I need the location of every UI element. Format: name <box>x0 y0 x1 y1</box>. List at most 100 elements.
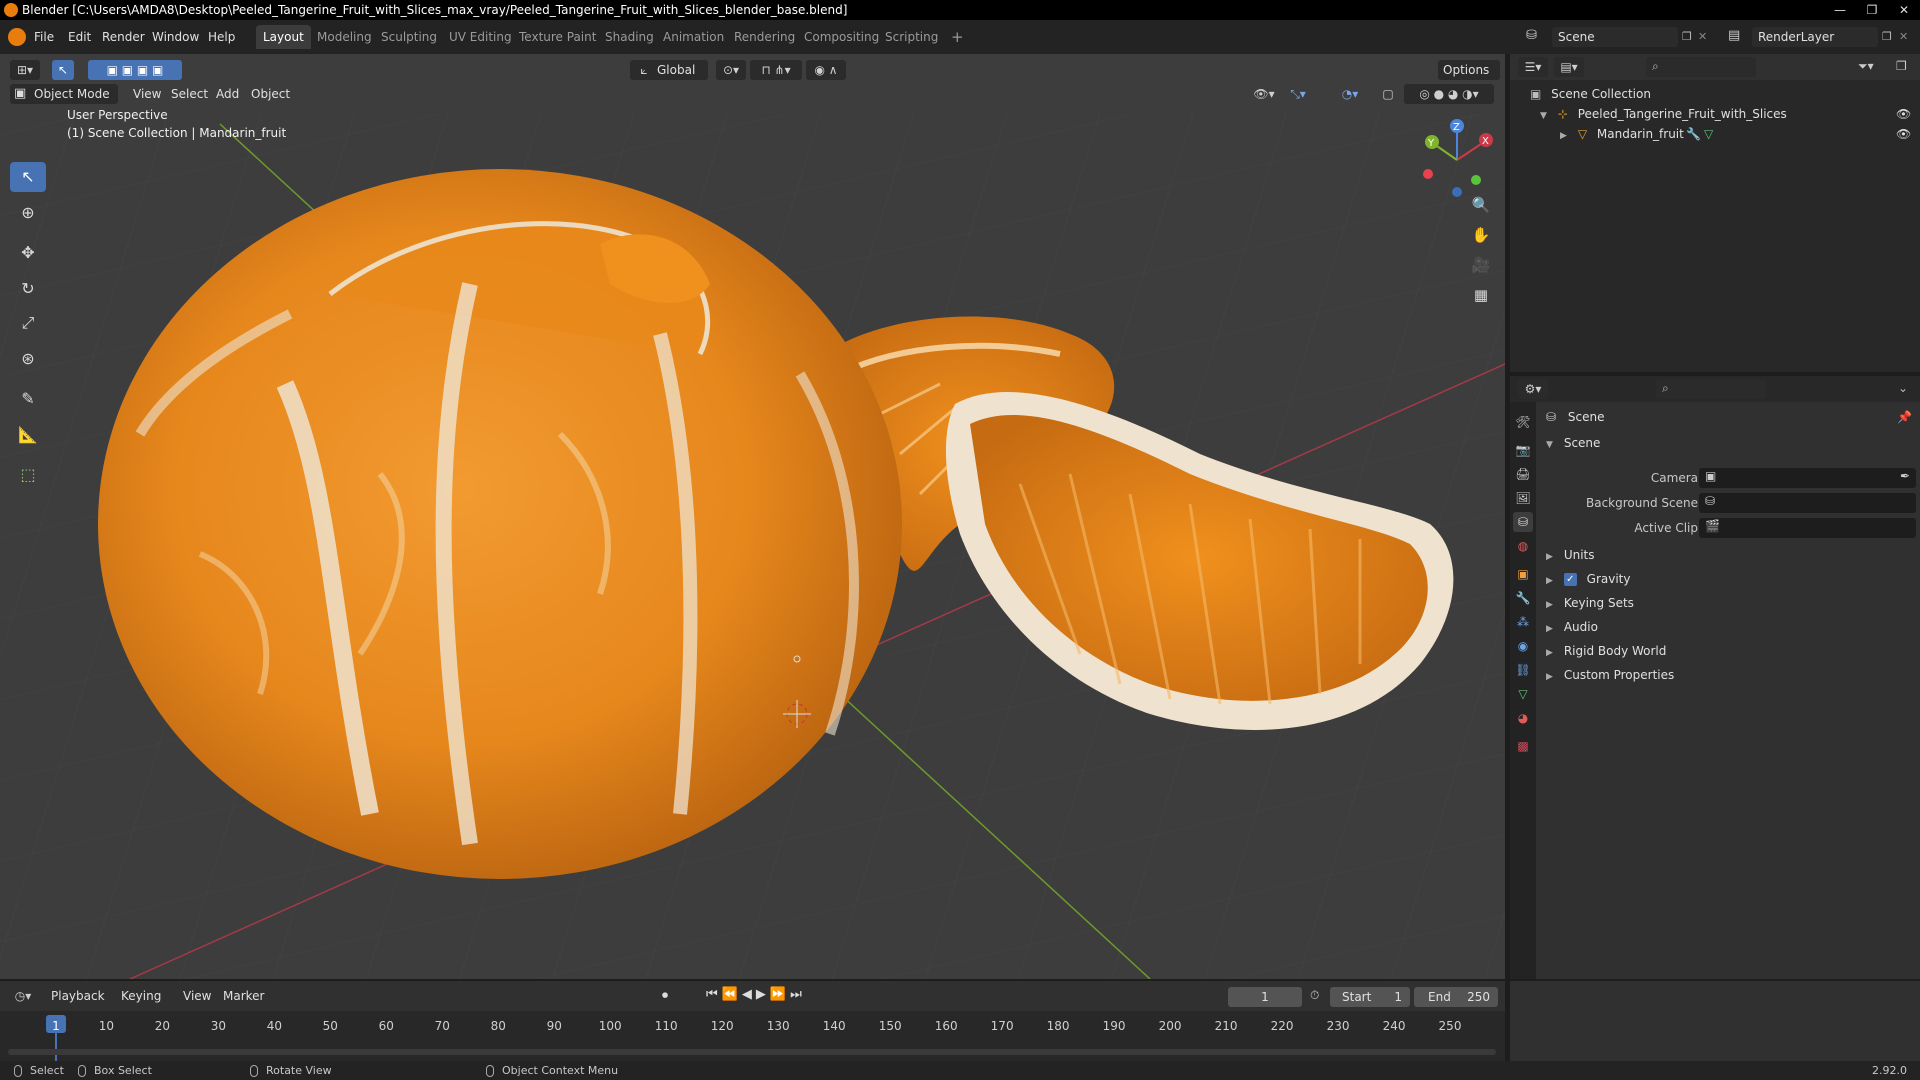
constraints-tab-icon[interactable]: ⛓ <box>1513 660 1533 680</box>
select-box-tool-icon[interactable]: ↖ <box>10 162 46 192</box>
tab-shading[interactable]: Shading <box>598 25 661 49</box>
timeline-editor-type-icon[interactable]: ◷▾ <box>8 986 38 1006</box>
units-panel-header[interactable]: ▶ Units <box>1546 544 1916 566</box>
menu-playback[interactable]: Playback <box>46 986 110 1006</box>
filter-icon[interactable]: ⏷▾ <box>1858 59 1874 74</box>
timeline-scrollbar[interactable] <box>8 1049 1496 1055</box>
tab-scripting[interactable]: Scripting <box>878 25 945 49</box>
outliner-editor-type-icon[interactable]: ☰▾ <box>1518 57 1548 77</box>
menu-help[interactable]: Help <box>204 27 239 47</box>
new-collection-icon[interactable]: ❐ <box>1896 59 1907 73</box>
tab-uv-editing[interactable]: UV Editing <box>442 25 519 49</box>
gravity-checkbox[interactable]: ✓ <box>1563 573 1577 586</box>
data-tab-icon[interactable]: ▽ <box>1513 684 1533 704</box>
expand-arrow-icon[interactable]: ▶ <box>1560 126 1574 146</box>
record-icon[interactable]: ⏺ <box>662 988 668 1003</box>
tab-sculpting[interactable]: Sculpting <box>374 25 444 49</box>
outliner-search-input[interactable] <box>1646 57 1756 77</box>
chevron-down-icon[interactable]: ⌄ <box>1898 381 1908 395</box>
cursor-tool-icon[interactable]: ⊕ <box>10 198 46 228</box>
eyedropper-icon[interactable]: ✒ <box>1900 469 1910 483</box>
rigid-body-world-panel-header[interactable]: ▶ Rigid Body World <box>1546 640 1916 662</box>
expand-arrow-icon[interactable]: ▶ <box>1546 570 1560 592</box>
menu-file[interactable]: File <box>30 27 58 47</box>
expand-arrow-icon[interactable]: ▶ <box>1546 594 1560 616</box>
preview-range-icon[interactable]: ⏱ <box>1310 988 1319 1003</box>
modifier-wrench-icon[interactable]: 🔧 <box>1686 124 1701 144</box>
background-scene-field[interactable]: ⛁ <box>1699 493 1916 513</box>
tab-rendering[interactable]: Rendering <box>727 25 802 49</box>
scene-tab-icon[interactable]: ⛁ <box>1513 512 1533 532</box>
maximize-button[interactable]: ❐ <box>1858 0 1886 20</box>
annotate-tool-icon[interactable]: ✎ <box>10 384 46 414</box>
tool-tab-icon[interactable]: 🛠 <box>1513 412 1533 432</box>
gravity-panel-header[interactable]: ▶ ✓ Gravity <box>1546 568 1916 590</box>
view-layer-tab-icon[interactable]: 🖼 <box>1513 488 1533 508</box>
output-tab-icon[interactable]: 🖨 <box>1513 464 1533 484</box>
move-tool-icon[interactable]: ✥ <box>10 238 46 268</box>
object-tab-icon[interactable]: ▣ <box>1513 564 1533 584</box>
blender-menu-icon[interactable] <box>8 28 26 46</box>
menu-add[interactable]: Add <box>211 84 244 104</box>
new-view-layer-icon[interactable]: ❐ <box>1882 30 1892 43</box>
perspective-grid-icon[interactable]: ▦ <box>1468 282 1494 308</box>
expand-arrow-icon[interactable]: ▶ <box>1546 546 1560 568</box>
current-frame-field[interactable]: 1 <box>1228 987 1302 1007</box>
end-frame-field[interactable]: End 250 <box>1414 987 1498 1007</box>
modifier-tab-icon[interactable]: 🔧 <box>1513 588 1533 608</box>
overlays-icon[interactable]: ◔▾ <box>1330 84 1370 104</box>
new-scene-icon[interactable]: ❐ <box>1682 30 1692 43</box>
tab-layout[interactable]: Layout <box>256 25 311 49</box>
menu-view[interactable]: View <box>178 986 216 1006</box>
collapse-arrow-icon[interactable]: ▼ <box>1546 434 1560 456</box>
delete-scene-icon[interactable]: ✕ <box>1698 30 1707 43</box>
scene-selector[interactable]: Scene <box>1552 27 1678 47</box>
snap-icon[interactable]: ⊓ ⋔▾ <box>750 60 802 80</box>
tab-modeling[interactable]: Modeling <box>310 25 379 49</box>
gizmo-neg-x[interactable] <box>1423 169 1433 179</box>
transform-tool-icon[interactable]: ⊛ <box>10 344 46 374</box>
xray-icon[interactable]: ▢ <box>1378 84 1398 104</box>
keying-sets-panel-header[interactable]: ▶ Keying Sets <box>1546 592 1916 614</box>
tab-animation[interactable]: Animation <box>656 25 731 49</box>
menu-keying[interactable]: Keying <box>116 986 166 1006</box>
visibility-eye-icon[interactable]: 👁 <box>1896 124 1911 144</box>
rotate-tool-icon[interactable]: ↻ <box>10 274 46 304</box>
selection-mode-icons[interactable]: ▣ ▣ ▣ ▣ <box>88 60 182 80</box>
menu-object[interactable]: Object <box>246 84 295 104</box>
menu-view[interactable]: View <box>128 84 166 104</box>
outliner-scene-collection[interactable]: ▣ Scene Collection <box>1510 84 1920 104</box>
3d-viewport[interactable]: ⊞▾ ↖ ▣ ▣ ▣ ▣ ⟀ Global ⊙▾ ⊓ ⋔▾ ◉ ∧ Option… <box>0 54 1505 979</box>
transform-orientation-dropdown[interactable]: Global <box>652 60 708 80</box>
gizmo-neg-y[interactable] <box>1471 175 1481 185</box>
expand-arrow-icon[interactable]: ▶ <box>1546 666 1560 688</box>
measure-tool-icon[interactable]: 📐 <box>10 420 46 450</box>
menu-select[interactable]: Select <box>166 84 213 104</box>
delete-view-layer-icon[interactable]: ✕ <box>1899 30 1908 43</box>
outliner-row-collection[interactable]: ▼ ⊹ Peeled_Tangerine_Fruit_with_Slices 👁 <box>1510 104 1920 124</box>
pan-hand-icon[interactable]: ✋ <box>1468 222 1494 248</box>
close-button[interactable]: ✕ <box>1890 0 1918 20</box>
render-tab-icon[interactable]: 📷 <box>1513 440 1533 460</box>
expand-arrow-icon[interactable]: ▶ <box>1546 618 1560 640</box>
select-tool-icon[interactable]: ↖ <box>52 60 74 80</box>
custom-properties-panel-header[interactable]: ▶ Custom Properties <box>1546 664 1916 686</box>
tab-compositing[interactable]: Compositing <box>797 25 886 49</box>
texture-tab-icon[interactable]: ▩ <box>1513 736 1533 756</box>
peeled-tangerine[interactable] <box>98 169 902 879</box>
shading-mode-icons[interactable]: ◎ ● ◕ ◑▾ <box>1404 84 1494 104</box>
playback-controls-icons[interactable]: ⏮⏪◀▶⏩⏭ <box>706 987 806 1002</box>
menu-window[interactable]: Window <box>148 27 203 47</box>
material-tab-icon[interactable]: ◕ <box>1513 708 1533 728</box>
frame-ruler[interactable]: 1 10 20 30 40 50 60 70 80 90 100 110 120 130 140 150 160… <box>0 1011 1505 1041</box>
proportional-editing-icon[interactable]: ◉ ∧ <box>806 60 846 80</box>
camera-view-icon[interactable]: 🎥 <box>1468 252 1494 278</box>
add-workspace-button[interactable]: + <box>944 25 971 49</box>
add-cube-tool-icon[interactable]: ⬚ <box>10 460 46 490</box>
mesh-data-icon[interactable]: ▽ <box>1704 124 1713 144</box>
gizmo-neg-z[interactable] <box>1452 187 1462 197</box>
viewport-scene[interactable] <box>0 54 1505 979</box>
navigation-gizmo[interactable]: Z X Y <box>1412 114 1502 204</box>
tab-texture-paint[interactable]: Texture Paint <box>512 25 603 49</box>
world-tab-icon[interactable]: ◍ <box>1513 536 1533 556</box>
